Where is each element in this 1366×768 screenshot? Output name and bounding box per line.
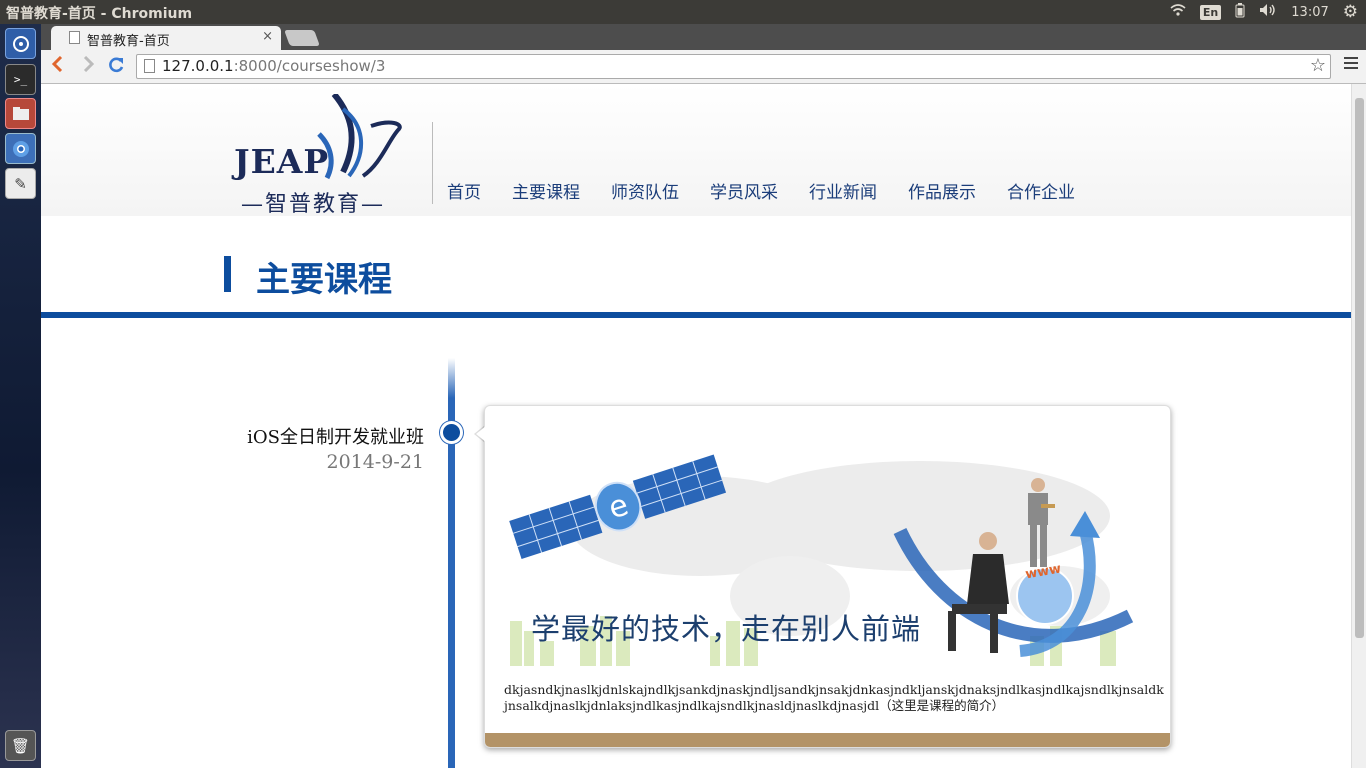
timeline-dot	[440, 421, 463, 444]
nav-item-news[interactable]: 行业新闻	[809, 178, 877, 203]
terminal-icon[interactable]: >_	[5, 64, 36, 95]
menu-icon[interactable]	[1344, 57, 1358, 72]
reload-icon[interactable]	[107, 56, 125, 79]
dash-home-icon[interactable]	[5, 28, 36, 59]
main-nav: 首页 主要课程 师资队伍 学员风采 行业新闻 作品展示 合作企业	[447, 178, 1075, 203]
tab-title: 智普教育-首页	[87, 34, 170, 49]
close-tab-icon[interactable]: ×	[262, 29, 273, 44]
header-divider	[432, 122, 433, 204]
forward-arrow-icon[interactable]	[83, 55, 95, 77]
bookmark-star-icon[interactable]: ☆	[1310, 55, 1326, 76]
url-host: 127.0.0.1	[162, 57, 234, 75]
course-description: dkjasndkjnaslkjdnlskajndlkjsankdjnaskjnd…	[504, 682, 1164, 713]
timeline-line	[448, 358, 455, 768]
card-footer	[485, 733, 1170, 747]
site-header: JEAP —智普教育— 首页 主要课程 师资队伍 学员风采 行业新闻 作品展示 …	[41, 84, 1351, 217]
new-tab-button[interactable]	[284, 30, 320, 46]
nav-item-teachers[interactable]: 师资队伍	[611, 178, 679, 203]
os-top-bar: 智普教育-首页 - Chromium En 13:07 ⚙	[0, 0, 1366, 24]
window-title: 智普教育-首页 - Chromium	[6, 6, 193, 22]
back-arrow-icon[interactable]	[51, 55, 63, 77]
banner-slogan: 学最好的技术，走在别人前端	[531, 612, 922, 646]
keyboard-layout-indicator[interactable]: En	[1199, 4, 1222, 20]
browser-toolbar: 127.0.0.1:8000/courseshow/3 ☆	[41, 50, 1366, 84]
file-manager-icon[interactable]	[5, 98, 36, 129]
page-viewport: JEAP —智普教育— 首页 主要课程 师资队伍 学员风采 行业新闻 作品展示 …	[41, 84, 1351, 768]
page-icon	[144, 59, 155, 73]
course-card[interactable]: e www 学最好的技术，走在别人前端 dkjasndkjnaslkjdnlsk…	[484, 405, 1171, 748]
system-tray: En 13:07 ⚙	[1170, 0, 1366, 24]
course-banner-image: e www 学最好的技术，走在别人前端	[500, 446, 1155, 671]
section-divider	[41, 312, 1351, 318]
launcher: >_ ✎ 🗑	[0, 24, 41, 768]
address-bar[interactable]: 127.0.0.1:8000/courseshow/3 ☆	[136, 54, 1331, 79]
page-icon	[69, 31, 80, 44]
nav-item-partners[interactable]: 合作企业	[1007, 178, 1075, 203]
nav-item-home[interactable]: 首页	[447, 178, 481, 203]
scrollbar-thumb[interactable]	[1355, 98, 1364, 638]
volume-icon[interactable]	[1259, 3, 1277, 21]
card-pointer-inner	[476, 426, 486, 442]
section-title-bar	[224, 256, 231, 292]
logo-text: JEAP	[234, 142, 330, 181]
chromium-icon[interactable]	[5, 133, 36, 164]
clock[interactable]: 13:07	[1291, 5, 1328, 20]
nav-item-courses[interactable]: 主要课程	[512, 178, 580, 203]
wifi-icon[interactable]	[1170, 3, 1186, 21]
course-title[interactable]: iOS全日制开发就业班	[191, 423, 424, 449]
nav-item-students[interactable]: 学员风采	[710, 178, 778, 203]
battery-icon[interactable]	[1235, 2, 1245, 22]
trash-icon[interactable]: 🗑	[5, 730, 36, 761]
text-editor-icon[interactable]: ✎	[5, 168, 36, 199]
browser-tab[interactable]: 智普教育-首页 ×	[51, 26, 281, 50]
page-title: 主要课程	[256, 260, 392, 300]
gear-icon[interactable]: ⚙	[1343, 2, 1358, 22]
url-path: :8000/courseshow/3	[233, 57, 386, 75]
tab-strip: 智普教育-首页 ×	[41, 24, 1366, 50]
nav-item-works[interactable]: 作品展示	[908, 178, 976, 203]
logo-cn-text: —智普教育—	[241, 192, 386, 217]
course-date: 2014-9-21	[326, 451, 424, 473]
site-logo[interactable]: JEAP —智普教育—	[231, 94, 406, 217]
page-scrollbar[interactable]	[1351, 84, 1366, 768]
